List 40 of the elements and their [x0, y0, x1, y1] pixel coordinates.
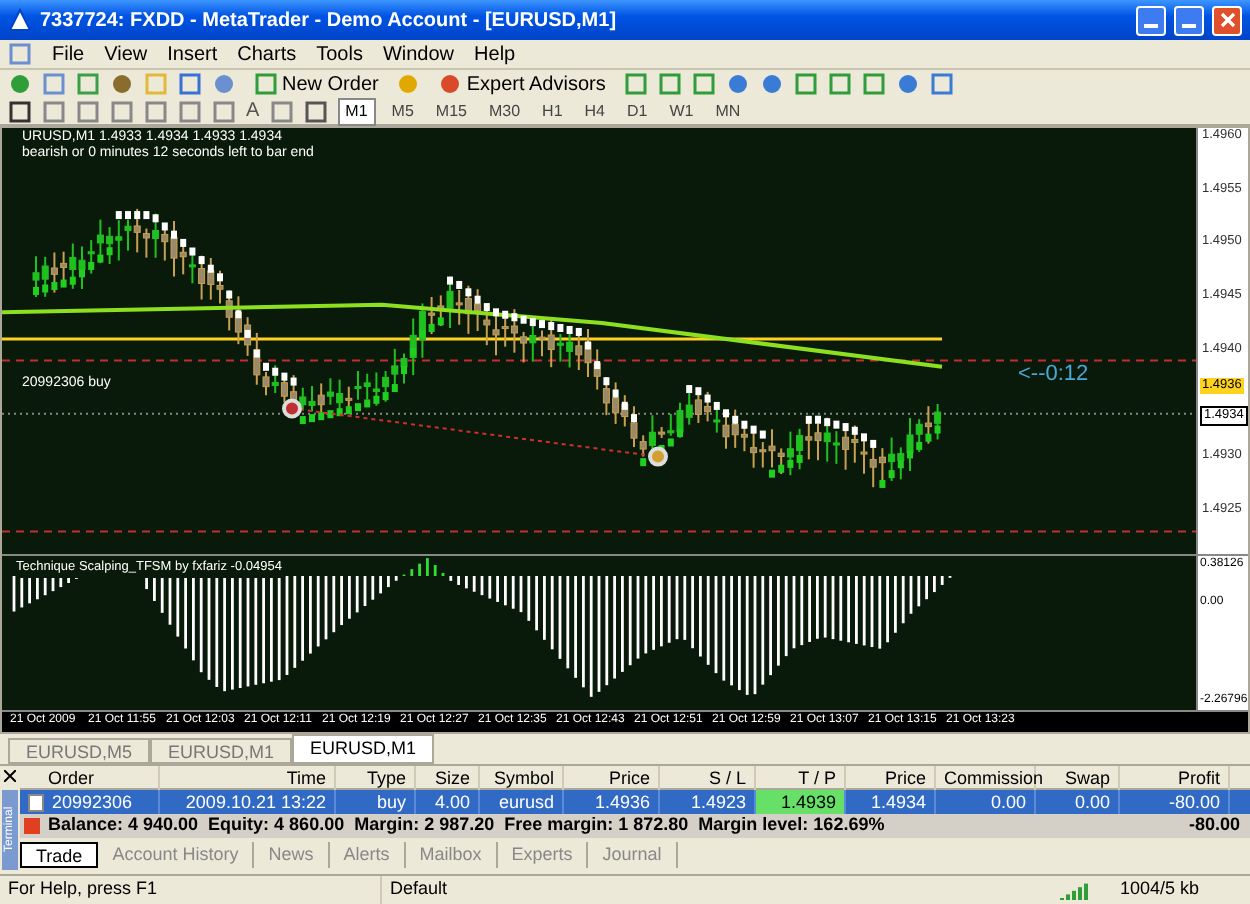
- total-profit: -80.00: [1188, 812, 1242, 839]
- menu-item[interactable]: View: [104, 39, 148, 69]
- menu-item[interactable]: Window: [382, 39, 455, 69]
- timeframe-button[interactable]: W1: [663, 99, 700, 123]
- order-row[interactable]: 20992306 2009.10.21 13:22 buy 4.00 eurusd 1.4936 1.4923 1.4939 1.4934 0.00 0.00 -80.00: [20, 790, 1250, 814]
- chart-tab[interactable]: EURUSD,M1: [292, 734, 435, 764]
- status-traffic: 1004/5 kb: [1120, 876, 1200, 903]
- countdown-text: <--0:12: [1018, 360, 1089, 390]
- new-order-button[interactable]: New Order: [246, 69, 387, 99]
- balance-text: Balance: 4 940.00 Equity: 4 860.00 Margin: 2 987.20 Free margin: 1 872.80 Margin level: 162.69%: [48, 812, 885, 839]
- timeframe-button[interactable]: M5: [385, 99, 420, 123]
- exit-marker: [648, 446, 668, 467]
- close-icon[interactable]: [4, 770, 16, 782]
- timeframe-button[interactable]: D1: [621, 99, 654, 123]
- close-icon: [1219, 12, 1235, 28]
- timeframe-button[interactable]: M30: [482, 99, 527, 123]
- text-tool[interactable]: A: [246, 96, 260, 126]
- expert-advisors-button[interactable]: Expert Advisors: [430, 69, 614, 99]
- timeframe-button[interactable]: M15: [429, 99, 473, 123]
- timeframe-button[interactable]: H1: [536, 99, 569, 123]
- menu-item[interactable]: Insert: [167, 39, 218, 69]
- timeframe-button[interactable]: H4: [578, 99, 612, 123]
- menu-item[interactable]: File: [52, 39, 85, 69]
- chart-tab[interactable]: EURUSD,M5: [8, 738, 151, 764]
- minimize-button[interactable]: [1136, 5, 1166, 35]
- connection-icon: [1060, 881, 1088, 899]
- timeframe-button[interactable]: M1: [337, 97, 376, 125]
- status-help: For Help, press F1: [6, 876, 160, 903]
- close-button[interactable]: [1212, 5, 1242, 35]
- menu-item[interactable]: Charts: [237, 39, 297, 69]
- app-icon: [8, 8, 32, 32]
- chart-tab[interactable]: EURUSD,M1: [150, 738, 293, 764]
- timeframe-button[interactable]: MN: [709, 99, 747, 123]
- menu-item[interactable]: Help: [474, 39, 516, 69]
- maximize-button[interactable]: [1174, 5, 1204, 35]
- menu-item[interactable]: Tools: [316, 39, 363, 69]
- entry-marker: [282, 398, 302, 419]
- window-title: 7337724: FXDD - MetaTrader - Demo Account - [EURUSD,M1]: [40, 7, 617, 35]
- status-profile: Default: [380, 876, 1060, 904]
- terminal-tab[interactable]: Trade: [20, 842, 99, 868]
